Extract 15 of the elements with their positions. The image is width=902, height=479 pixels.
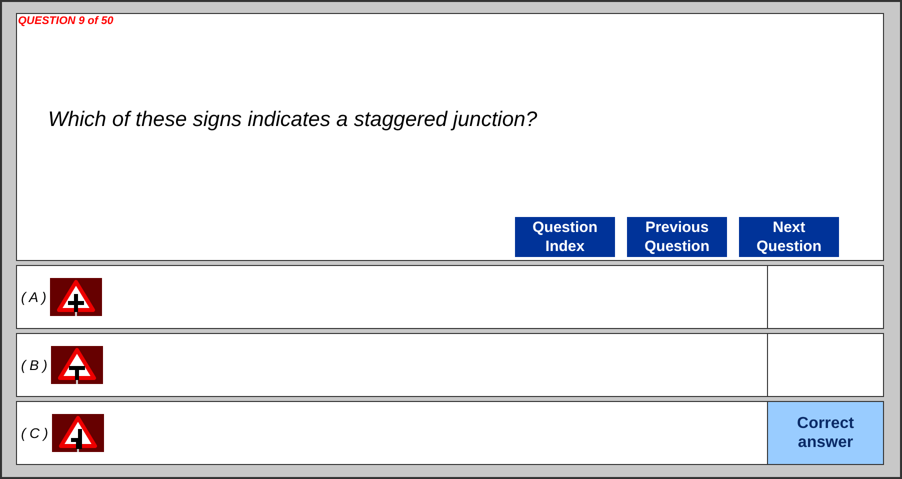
road-sign-icon [52, 414, 104, 452]
answer-option[interactable]: ( B ) [16, 333, 884, 397]
nav-button[interactable]: Next Question [739, 217, 839, 257]
nav-button[interactable]: Previous Question [627, 217, 727, 257]
road-sign-icon [51, 346, 104, 384]
option-label: ( A ) [21, 289, 46, 305]
question-counter: QUESTION 9 of 50 [18, 15, 114, 27]
question-text: Which of these signs indicates a staggered junction? [48, 108, 538, 132]
answer-option[interactable]: ( C ) Correct answer [16, 401, 884, 465]
feedback-text: Correct answer [796, 414, 855, 452]
option-label: ( B ) [21, 357, 48, 373]
road-sign-icon [50, 278, 102, 316]
answer-option[interactable]: ( A ) [16, 265, 884, 329]
option-label: ( C ) [21, 425, 48, 441]
nav-button[interactable]: Question Index [515, 217, 615, 257]
